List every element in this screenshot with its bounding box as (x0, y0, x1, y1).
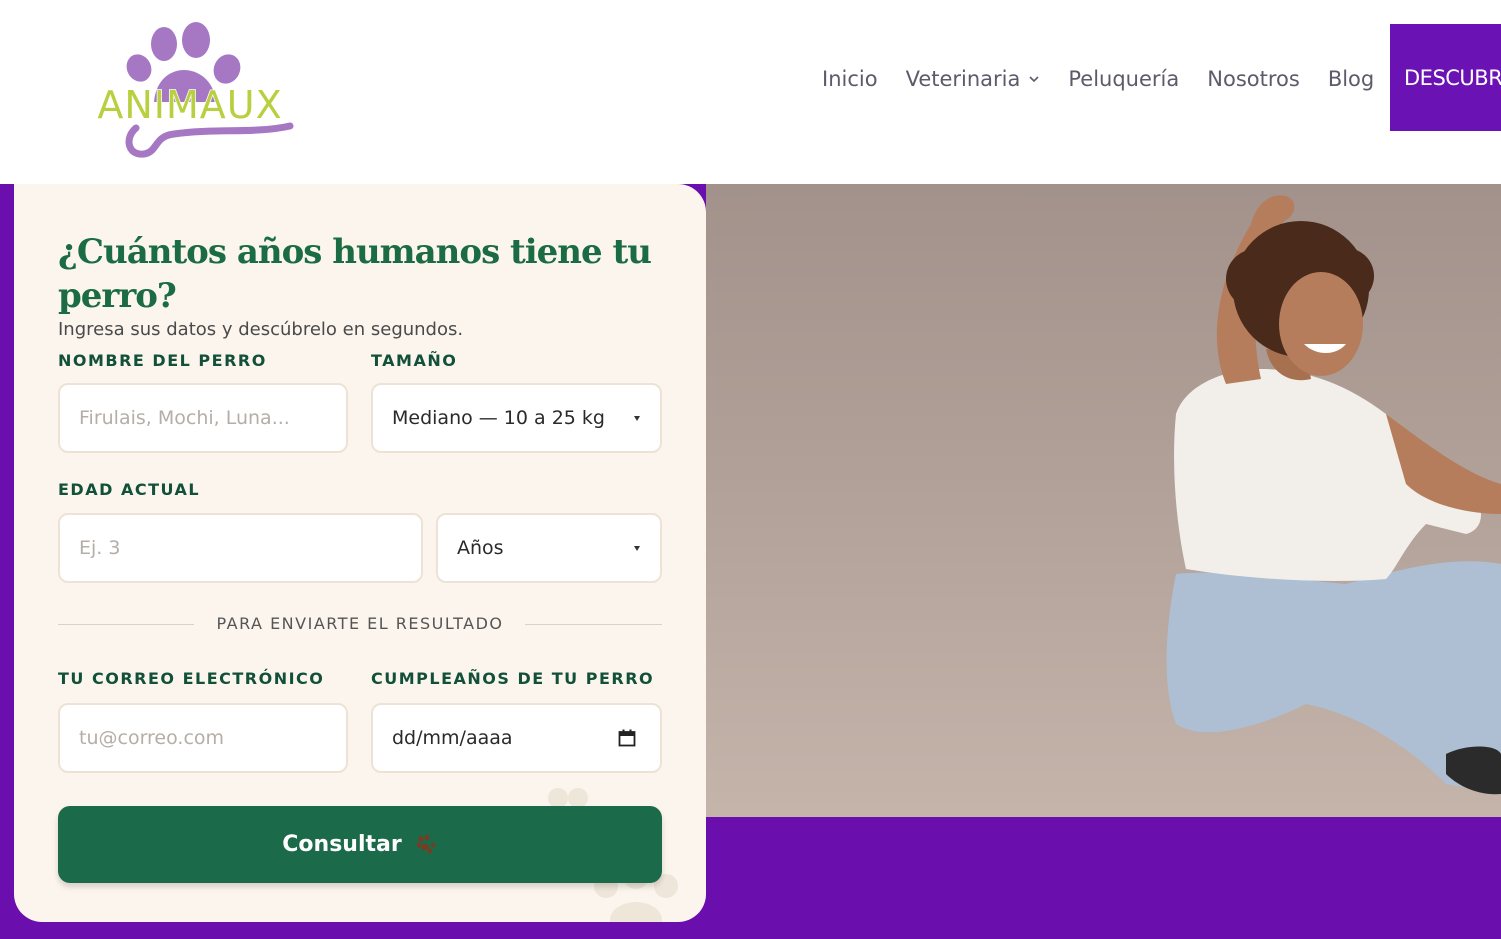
email-placeholder: tu@correo.com (79, 727, 225, 749)
nav-item-inicio[interactable]: Inicio (822, 67, 878, 91)
dog-name-input[interactable]: Firulais, Mochi, Luna... (58, 383, 348, 453)
nav-item-veterinaria[interactable]: Veterinaria (906, 67, 1041, 91)
nav-item-label: Peluquería (1068, 67, 1180, 91)
site-header: ANIMAUX Inicio Veterinaria Peluquería No… (0, 0, 1501, 184)
discover-button[interactable]: DESCUBR (1390, 24, 1501, 131)
hero-photo-woman (706, 184, 1501, 817)
animaux-logo[interactable]: ANIMAUX (84, 22, 296, 162)
dropdown-caret-icon (634, 546, 640, 551)
nav-item-label: Veterinaria (905, 67, 1021, 91)
size-selected-value: Mediano — 10 a 25 kg (392, 407, 605, 429)
consultar-button-label: Consultar (282, 832, 402, 857)
logo-graphic: ANIMAUX (97, 22, 294, 158)
age-placeholder: Ej. 3 (79, 537, 121, 559)
nav-item-blog[interactable]: Blog (1328, 67, 1374, 91)
logo-text: ANIMAUX (97, 83, 282, 127)
age-unit-select[interactable]: Años (436, 513, 662, 583)
discover-button-label: DESCUBR (1404, 65, 1501, 90)
hero-photo-illustration (1166, 195, 1501, 795)
paw-icon (416, 834, 435, 854)
form-subtitle: Ingresa sus datos y descúbrelo en segund… (58, 319, 464, 340)
nav-item-label: Blog (1327, 67, 1375, 91)
dog-age-calculator-card: ¿Cuántos años humanos tiene tu perro? In… (14, 184, 706, 922)
calendar-icon[interactable] (618, 729, 636, 747)
divider-text: PARA ENVIARTE EL RESULTADO (216, 614, 504, 633)
email-label: TU CORREO ELECTRÓNICO (58, 669, 325, 688)
birthday-placeholder: dd/mm/aaaa (392, 727, 513, 749)
age-unit-selected-value: Años (457, 537, 504, 559)
main-nav: Inicio Veterinaria Peluquería Nosotros B… (822, 62, 1402, 96)
age-input[interactable]: Ej. 3 (58, 513, 423, 583)
dropdown-caret-icon (634, 416, 640, 421)
nav-item-peluqueria[interactable]: Peluquería (1068, 67, 1179, 91)
nav-item-label: Nosotros (1207, 67, 1300, 91)
form-title: ¿Cuántos años humanos tiene tu perro? (58, 232, 652, 316)
email-input[interactable]: tu@correo.com (58, 703, 348, 773)
chevron-down-icon (1029, 76, 1039, 83)
birthday-label: CUMPLEAÑOS DE TU PERRO (371, 669, 655, 688)
size-select[interactable]: Mediano — 10 a 25 kg (371, 383, 662, 453)
nav-item-nosotros[interactable]: Nosotros (1207, 67, 1300, 91)
age-label: EDAD ACTUAL (58, 480, 201, 499)
nav-item-label: Inicio (822, 67, 878, 91)
dog-name-placeholder: Firulais, Mochi, Luna... (79, 407, 290, 429)
dog-name-label: NOMBRE DEL PERRO (58, 351, 267, 370)
birthday-date-input[interactable]: dd/mm/aaaa (371, 703, 662, 773)
size-label: TAMAÑO (371, 351, 458, 370)
consultar-button[interactable]: Consultar (58, 806, 662, 883)
